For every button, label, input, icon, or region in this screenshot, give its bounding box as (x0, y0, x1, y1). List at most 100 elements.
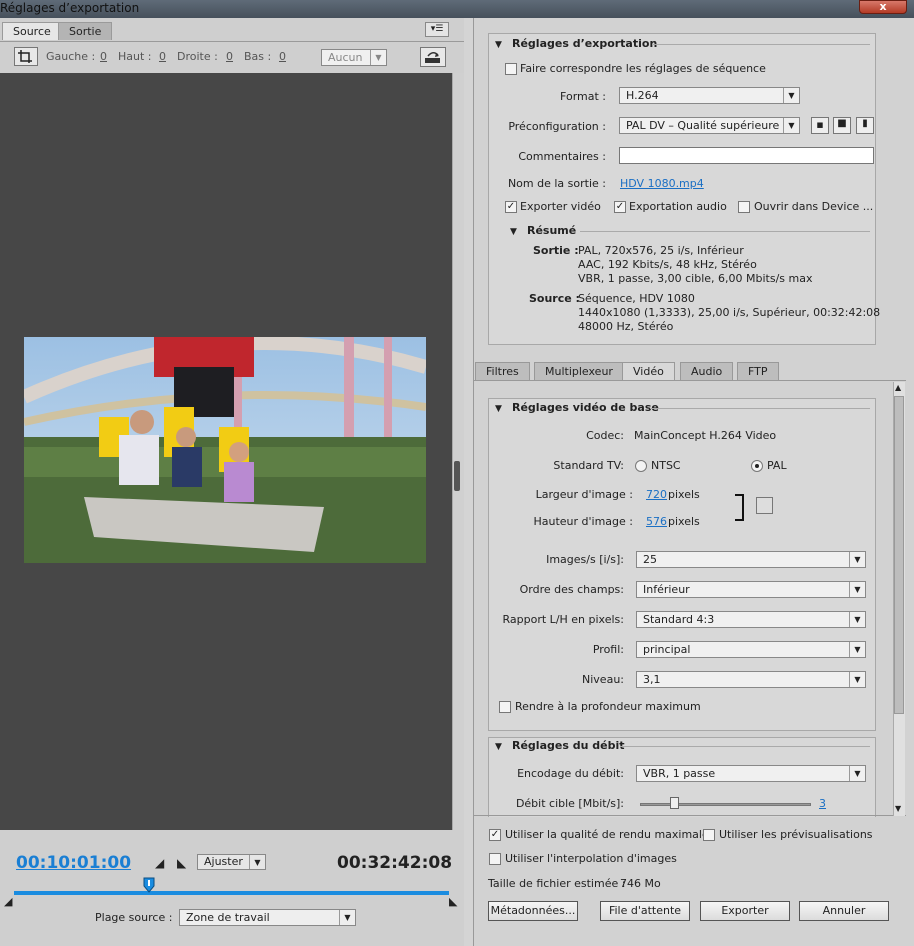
divider (474, 815, 906, 816)
crop-left-value[interactable]: 0 (100, 50, 107, 63)
comments-field[interactable] (619, 147, 874, 164)
use-previews-label: Utiliser les prévisualisations (719, 828, 873, 841)
divider-grip-icon[interactable] (454, 461, 460, 491)
width-value[interactable]: 720 (646, 488, 667, 501)
source-range-label: Plage source : (95, 911, 173, 924)
tab-filters[interactable]: Filtres (475, 362, 530, 380)
max-quality-checkbox[interactable]: ✓ (489, 829, 501, 841)
set-in-point-icon[interactable]: ◢ (155, 856, 164, 870)
max-depth-checkbox[interactable] (499, 701, 511, 713)
output-name-link[interactable]: HDV 1080.mp4 (620, 177, 704, 190)
level-select[interactable]: 3,1 ▼ (636, 671, 866, 688)
summary-line: PAL, 720x576, 25 i/s, Inférieur (578, 244, 744, 257)
out-point-marker-icon[interactable]: ◣ (449, 895, 457, 908)
tab-audio[interactable]: Audio (680, 362, 734, 380)
export-video-label: Exporter vidéo (520, 200, 601, 213)
collapse-triangle-icon[interactable]: ▼ (495, 404, 502, 414)
playhead-icon[interactable] (143, 877, 155, 893)
tab-sortie[interactable]: Sortie (58, 22, 113, 40)
divider (652, 44, 870, 45)
export-audio-checkbox[interactable]: ✓ (614, 201, 626, 213)
chevron-down-icon: ▼ (370, 50, 386, 65)
target-bitrate-value[interactable]: 3 (819, 797, 826, 810)
bitrate-encoding-label: Encodage du débit: (517, 767, 624, 780)
use-previews-checkbox[interactable] (703, 829, 715, 841)
save-preset-icon[interactable]: ▪ (811, 117, 829, 134)
queue-button[interactable]: File d'attente (600, 901, 690, 921)
profile-label: Profil: (592, 643, 624, 656)
crop-icon[interactable] (14, 47, 38, 66)
timeline (0, 830, 464, 946)
ntsc-label: NTSC (651, 459, 681, 472)
field-order-value: Inférieur (643, 583, 690, 596)
tab-video[interactable]: Vidéo (622, 362, 675, 380)
slider-thumb[interactable] (670, 797, 680, 809)
fps-select[interactable]: 25 ▼ (636, 551, 866, 568)
bitrate-encoding-value: VBR, 1 passe (643, 767, 716, 780)
format-select[interactable]: H.264 ▼ (619, 87, 800, 104)
preset-select[interactable]: PAL DV – Qualité supérieure ▼ (619, 117, 800, 134)
zoom-value: Ajuster (204, 855, 243, 868)
pixel-aspect-select[interactable]: Standard 4:3 ▼ (636, 611, 866, 628)
pal-label: PAL (767, 459, 787, 472)
import-preset-icon[interactable]: ■ (833, 117, 851, 134)
panel-divider[interactable] (452, 73, 464, 830)
max-quality-label: Utiliser la qualité de rendu maximale (505, 828, 709, 841)
codec-value: MainConcept H.264 Video (634, 429, 777, 442)
timeline-track[interactable] (14, 891, 449, 895)
aspect-select[interactable]: Aucun ▼ (321, 49, 387, 66)
source-summary: Séquence, HDV 1080 1440x1080 (1,3333), 2… (578, 292, 880, 334)
scrollbar-thumb[interactable] (894, 396, 904, 714)
height-value[interactable]: 576 (646, 515, 667, 528)
tab-multiplexer[interactable]: Multiplexeur (534, 362, 624, 380)
link-bracket-icon (735, 494, 744, 521)
chevron-down-icon: ▼ (849, 642, 865, 657)
current-timecode[interactable]: 00:10:01:00 (16, 853, 131, 873)
scroll-down-icon[interactable]: ▼ (895, 804, 901, 813)
lock-aspect-ratio-icon[interactable] (756, 497, 773, 514)
export-button[interactable]: Exporter (700, 901, 790, 921)
match-sequence-checkbox[interactable] (505, 63, 517, 75)
chevron-down-icon: ▼ (849, 766, 865, 781)
tab-source[interactable]: Source (2, 22, 62, 40)
crop-right-value[interactable]: 0 (226, 50, 233, 63)
delete-preset-icon[interactable]: ▮ (856, 117, 874, 134)
zoom-select[interactable]: Ajuster ▼ (197, 854, 266, 870)
collapse-triangle-icon[interactable]: ▼ (495, 742, 502, 752)
rotate-output-icon[interactable] (420, 47, 446, 67)
chevron-down-icon: ▼ (849, 582, 865, 597)
in-point-marker-icon[interactable]: ◢ (4, 895, 12, 908)
source-range-select[interactable]: Zone de travail ▼ (179, 909, 356, 926)
height-unit: pixels (668, 515, 700, 528)
metadata-button[interactable]: Métadonnées... (488, 901, 578, 921)
frame-interp-checkbox[interactable] (489, 853, 501, 865)
scroll-up-icon[interactable]: ▲ (895, 383, 901, 392)
preset-value: PAL DV – Qualité supérieure (626, 119, 780, 132)
export-video-checkbox[interactable]: ✓ (505, 201, 517, 213)
set-out-point-icon[interactable]: ◣ (177, 856, 186, 870)
frame-interp-label: Utiliser l'interpolation d'images (505, 852, 677, 865)
panel-menu-icon[interactable]: ▾☰ (425, 22, 449, 37)
collapse-triangle-icon[interactable]: ▼ (495, 40, 502, 50)
cancel-button[interactable]: Annuler (799, 901, 889, 921)
target-bitrate-slider[interactable] (640, 803, 811, 806)
field-order-select[interactable]: Inférieur ▼ (636, 581, 866, 598)
codec-label: Codec: (586, 429, 624, 442)
tab-ftp[interactable]: FTP (737, 362, 779, 380)
bitrate-heading: Réglages du débit (512, 739, 625, 752)
open-device-checkbox[interactable] (738, 201, 750, 213)
comments-label: Commentaires : (518, 150, 606, 163)
crop-top-value[interactable]: 0 (159, 50, 166, 63)
profile-select[interactable]: principal ▼ (636, 641, 866, 658)
chevron-down-icon: ▼ (249, 855, 265, 869)
chevron-down-icon: ▼ (849, 672, 865, 687)
collapse-triangle-icon[interactable]: ▼ (510, 227, 517, 237)
max-depth-label: Rendre à la profondeur maximum (515, 700, 701, 713)
close-button[interactable]: x (859, 0, 907, 14)
bitrate-encoding-select[interactable]: VBR, 1 passe ▼ (636, 765, 866, 782)
crop-bottom-value[interactable]: 0 (279, 50, 286, 63)
ntsc-radio[interactable] (635, 460, 647, 472)
field-order-label: Ordre des champs: (519, 583, 624, 596)
pal-radio[interactable] (751, 460, 763, 472)
source-range-value: Zone de travail (186, 911, 270, 924)
